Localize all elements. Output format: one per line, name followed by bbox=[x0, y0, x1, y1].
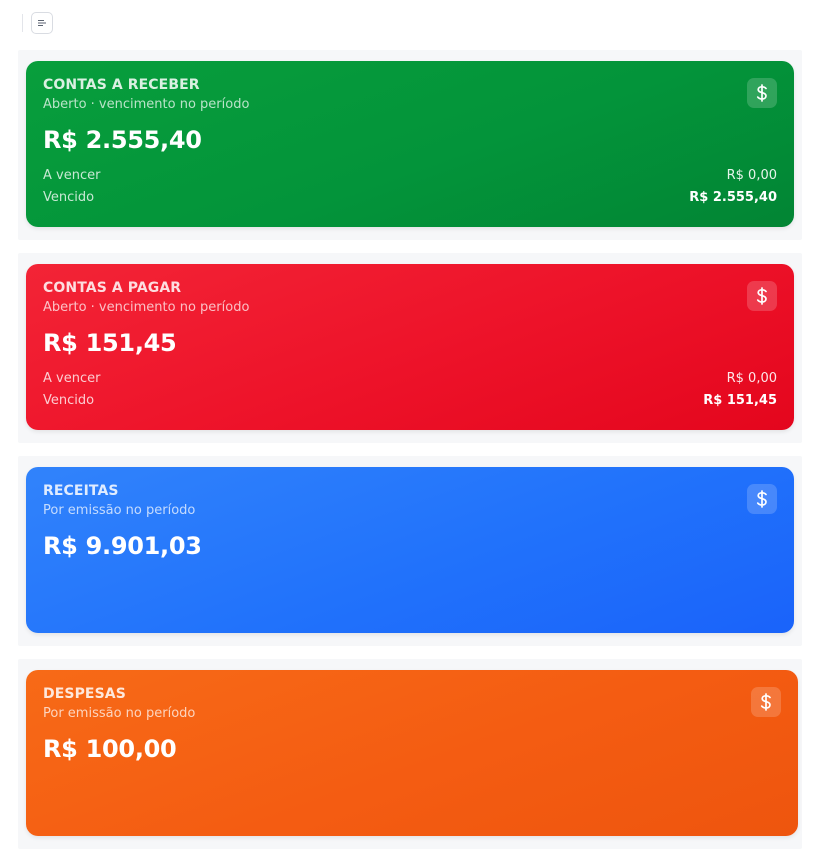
card-amount: R$ 2.555,40 bbox=[43, 126, 202, 154]
card-subtitle: Por emissão no período bbox=[43, 706, 196, 721]
card-title: CONTAS A RECEBER bbox=[43, 77, 200, 93]
row-value: R$ 151,45 bbox=[703, 392, 777, 408]
dollar-icon bbox=[760, 693, 771, 711]
card-receitas[interactable]: RECEITAS Por emissão no período R$ 9.901… bbox=[26, 467, 794, 633]
card-row-a-vencer: A vencer R$ 0,00 bbox=[43, 164, 777, 186]
card-row-a-vencer: A vencer R$ 0,00 bbox=[43, 367, 777, 389]
card-title: RECEITAS bbox=[43, 483, 119, 499]
menu-icon bbox=[38, 20, 46, 26]
card-container-receitas: RECEITAS Por emissão no período R$ 9.901… bbox=[18, 456, 802, 646]
card-breakdown: A vencer R$ 0,00 Vencido R$ 151,45 bbox=[43, 367, 777, 411]
row-value: R$ 0,00 bbox=[726, 370, 777, 386]
toolbar-divider bbox=[22, 14, 23, 32]
toolbar bbox=[22, 10, 53, 36]
card-subtitle: Aberto · vencimento no período bbox=[43, 300, 250, 315]
dollar-icon bbox=[756, 490, 767, 508]
card-amount: R$ 9.901,03 bbox=[43, 532, 202, 560]
row-label: Vencido bbox=[43, 392, 95, 408]
row-label: Vencido bbox=[43, 189, 95, 205]
card-contas-a-pagar[interactable]: CONTAS A PAGAR Aberto · vencimento no pe… bbox=[26, 264, 794, 430]
card-amount: R$ 151,45 bbox=[43, 329, 177, 357]
row-value: R$ 2.555,40 bbox=[689, 189, 777, 205]
card-amount: R$ 100,00 bbox=[43, 735, 177, 763]
dollar-badge bbox=[751, 687, 781, 717]
card-container-contas-a-pagar: CONTAS A PAGAR Aberto · vencimento no pe… bbox=[18, 253, 802, 443]
dollar-icon bbox=[756, 84, 767, 102]
card-subtitle: Aberto · vencimento no período bbox=[43, 97, 250, 112]
card-container-despesas: DESPESAS Por emissão no período R$ 100,0… bbox=[18, 659, 802, 849]
row-value: R$ 0,00 bbox=[726, 167, 777, 183]
row-label: A vencer bbox=[43, 167, 101, 183]
dollar-badge bbox=[747, 78, 777, 108]
card-despesas[interactable]: DESPESAS Por emissão no período R$ 100,0… bbox=[26, 670, 798, 836]
card-container-contas-a-receber: CONTAS A RECEBER Aberto · vencimento no … bbox=[18, 50, 802, 240]
card-title: CONTAS A PAGAR bbox=[43, 280, 182, 296]
card-breakdown: A vencer R$ 0,00 Vencido R$ 2.555,40 bbox=[43, 164, 777, 208]
row-label: A vencer bbox=[43, 370, 101, 386]
card-title: DESPESAS bbox=[43, 686, 126, 702]
card-row-vencido: Vencido R$ 2.555,40 bbox=[43, 186, 777, 208]
dollar-badge bbox=[747, 484, 777, 514]
dollar-badge bbox=[747, 281, 777, 311]
card-row-vencido: Vencido R$ 151,45 bbox=[43, 389, 777, 411]
menu-button[interactable] bbox=[31, 12, 53, 34]
dollar-icon bbox=[756, 287, 767, 305]
card-subtitle: Por emissão no período bbox=[43, 503, 196, 518]
card-contas-a-receber[interactable]: CONTAS A RECEBER Aberto · vencimento no … bbox=[26, 61, 794, 227]
